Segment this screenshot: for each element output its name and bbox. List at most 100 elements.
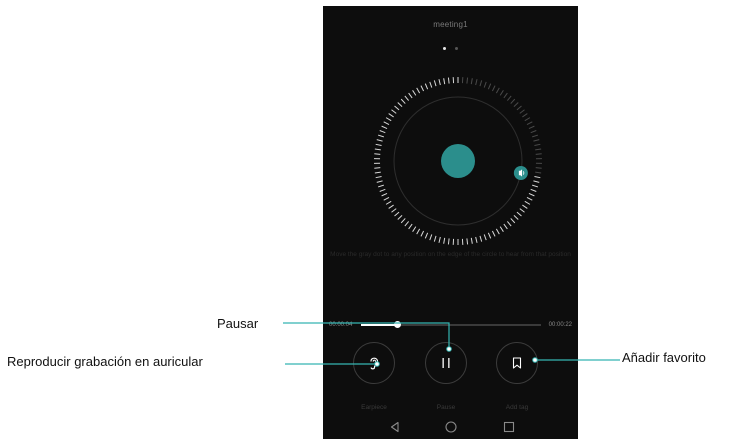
recording-title: meeting1 — [433, 20, 468, 29]
dial-tick — [535, 148, 542, 151]
dial-tick — [535, 167, 542, 169]
dial-tick — [513, 102, 519, 107]
dial-tick — [397, 215, 403, 220]
dial-tick — [443, 78, 446, 85]
earpiece-label: Earpiece — [361, 404, 387, 411]
callout-add-tag: Añadir favorito — [622, 350, 706, 365]
dial-tick — [519, 109, 525, 114]
dial-tick — [376, 139, 383, 142]
dial-tick — [466, 238, 469, 245]
earpiece-button[interactable] — [353, 342, 395, 384]
dial-tick — [479, 235, 483, 242]
dial-tick — [374, 153, 381, 155]
dial-tick — [379, 188, 386, 192]
progress-fill — [361, 324, 397, 326]
dial-tick — [420, 230, 425, 237]
ear-icon — [370, 357, 379, 370]
dial-tick — [503, 92, 508, 99]
dial-tick — [483, 234, 487, 241]
dial-tick — [516, 211, 522, 217]
dial-tick — [532, 134, 539, 138]
dial-tick — [475, 79, 478, 86]
dial-tick — [381, 125, 388, 130]
system-nav-bar — [323, 417, 578, 439]
dial-tick — [495, 228, 500, 235]
home-icon[interactable] — [444, 420, 458, 434]
dial-tick — [470, 78, 473, 85]
dial-tick — [535, 153, 542, 155]
dial-tick — [385, 200, 392, 205]
playhead-handle[interactable] — [513, 165, 528, 180]
dial-tick — [429, 81, 433, 88]
progress-bar[interactable] — [361, 321, 541, 328]
dial-tick — [519, 208, 525, 213]
dial-tick — [491, 230, 496, 237]
callout-pause: Pausar — [217, 316, 259, 331]
dial-tick — [391, 208, 397, 213]
position-dial[interactable] — [371, 74, 545, 248]
pause-label: Pause — [436, 404, 456, 411]
dial-tick — [516, 105, 522, 111]
dial-tick — [374, 167, 381, 169]
dial-tick — [534, 143, 541, 147]
dial-tick — [534, 175, 541, 179]
dial-tick — [447, 238, 450, 245]
dial-tick — [466, 77, 469, 84]
dial-tick — [535, 171, 542, 174]
dial-tick — [510, 218, 516, 224]
page-dot-active — [443, 47, 447, 50]
dial-tick — [404, 221, 410, 227]
dial-tick — [475, 236, 478, 243]
dial-tick — [429, 234, 433, 241]
dial-tick — [412, 226, 417, 232]
add-tag-button[interactable] — [496, 342, 538, 384]
listener-center-dot — [441, 144, 475, 178]
elapsed-time: 00:00:04 — [329, 322, 353, 328]
dial-tick — [470, 237, 473, 244]
dial-tick — [420, 85, 425, 92]
dial-tick — [522, 113, 528, 118]
dial-tick — [377, 134, 384, 138]
bookmark-icon — [512, 357, 522, 369]
dial-tick — [388, 204, 394, 209]
pause-icon — [442, 358, 450, 368]
dial-tick — [532, 184, 539, 188]
dial-tick — [400, 218, 406, 224]
dial-tick — [528, 125, 535, 130]
dial-tick — [479, 80, 483, 87]
dial-tick — [385, 117, 392, 122]
dial-tick — [388, 113, 394, 118]
dial-tick — [394, 105, 400, 111]
dial-tick — [424, 232, 429, 239]
dial-tick — [376, 180, 383, 183]
dial-tick — [438, 79, 441, 86]
dial-tick — [374, 171, 381, 174]
dial-tick — [404, 95, 410, 101]
dial-hint-text: Move the gray dot to any position on the… — [330, 251, 571, 258]
progress-knob[interactable] — [394, 321, 401, 328]
dial-tick — [533, 139, 540, 142]
dial-tick — [412, 90, 417, 96]
dial-tick — [487, 83, 492, 90]
dial-tick — [424, 83, 429, 90]
dial-tick — [394, 211, 400, 217]
dial-tick — [495, 87, 500, 94]
dial-tick — [506, 95, 512, 101]
dial-tick — [483, 81, 487, 88]
dial-tick — [408, 92, 413, 99]
dial-tick — [416, 87, 421, 94]
dial-tick — [487, 232, 492, 239]
pause-button[interactable] — [425, 342, 467, 384]
dial-tick — [391, 109, 397, 114]
back-icon[interactable] — [388, 420, 402, 434]
dial-tick — [506, 221, 512, 227]
dial-tick — [433, 235, 437, 242]
dial-tick — [375, 143, 382, 147]
dial-tick — [447, 77, 450, 84]
page-dot — [454, 47, 458, 50]
dial-tick — [383, 196, 390, 201]
dial-tick — [383, 121, 390, 126]
recent-apps-icon[interactable] — [502, 420, 516, 434]
dial-tick — [526, 121, 533, 126]
dial-tick — [377, 184, 384, 188]
